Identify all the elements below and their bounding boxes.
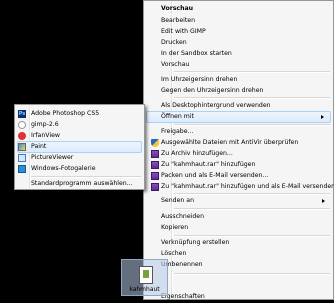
menu-item-open-with[interactable]: Öffnen mit [146,111,331,123]
submenu-arrow-icon [321,115,324,119]
menu-item-label: Kopieren [161,224,189,231]
menu-item-label: Vorschau [161,61,190,68]
paint-icon [18,143,26,151]
desktop-file-label: kahmhaut [129,286,160,293]
antivir-shield-icon [151,139,159,147]
irfanview-icon [18,132,26,140]
menu-item-label: Öffnen mit [161,113,194,120]
windows-photo-gallery-icon [18,165,26,173]
menu-item-properties[interactable]: Eigenschaften [146,291,331,303]
menu-item-label: Zu "kahmhaut.rar" hinzufügen und als E-M… [161,183,334,190]
menu-separator [174,208,330,210]
image-file-thumbnail-icon [139,266,153,284]
menu-item-rotate-ccw[interactable]: Gegen den Uhrzeigersinn drehen [146,85,331,97]
menu-item-label: Paint [31,143,47,150]
context-menu: Vorschau Bearbeiten Edit with GIMP Druck… [143,0,334,300]
menu-separator [174,71,330,73]
open-with-submenu: Ps Adobe Photoshop CS5 gimp-2.6 IrfanVie… [14,104,145,190]
winrar-icon [151,161,159,169]
gimp-icon [18,121,26,129]
menu-item-label: Senden an [161,197,194,204]
desktop-file-icon[interactable]: kahmhaut [121,259,168,296]
winrar-icon [151,183,159,191]
open-with-choose-default[interactable]: Standardprogramm auswählen... [17,178,142,190]
winrar-icon [151,172,159,180]
menu-item-vorschau-default[interactable]: Vorschau [146,3,331,15]
menu-item-vorschau[interactable]: Vorschau [146,59,331,71]
menu-separator [174,97,330,99]
submenu-arrow-icon [322,199,325,203]
winrar-icon [151,150,159,158]
menu-item-label: Vorschau [161,5,194,12]
photoshop-icon: Ps [18,110,26,118]
menu-item-label: Standardprogramm auswählen... [31,180,133,187]
menu-item-rename[interactable]: Umbenennen [146,259,331,271]
menu-item-send-to[interactable]: Senden an [146,195,331,207]
menu-item-label: Windows-Fotogalerie [31,165,96,172]
menu-item-label: Gegen den Uhrzeigersinn drehen [161,87,264,94]
pictureviewer-icon [18,154,26,162]
menu-separator [174,273,330,275]
menu-item-add-to-rar-and-email[interactable]: Zu "kahmhaut.rar" hinzufügen und als E-M… [146,181,334,193]
menu-item-copy[interactable]: Kopieren [146,222,331,234]
open-with-windows-photo-gallery[interactable]: Windows-Fotogalerie [17,163,142,175]
